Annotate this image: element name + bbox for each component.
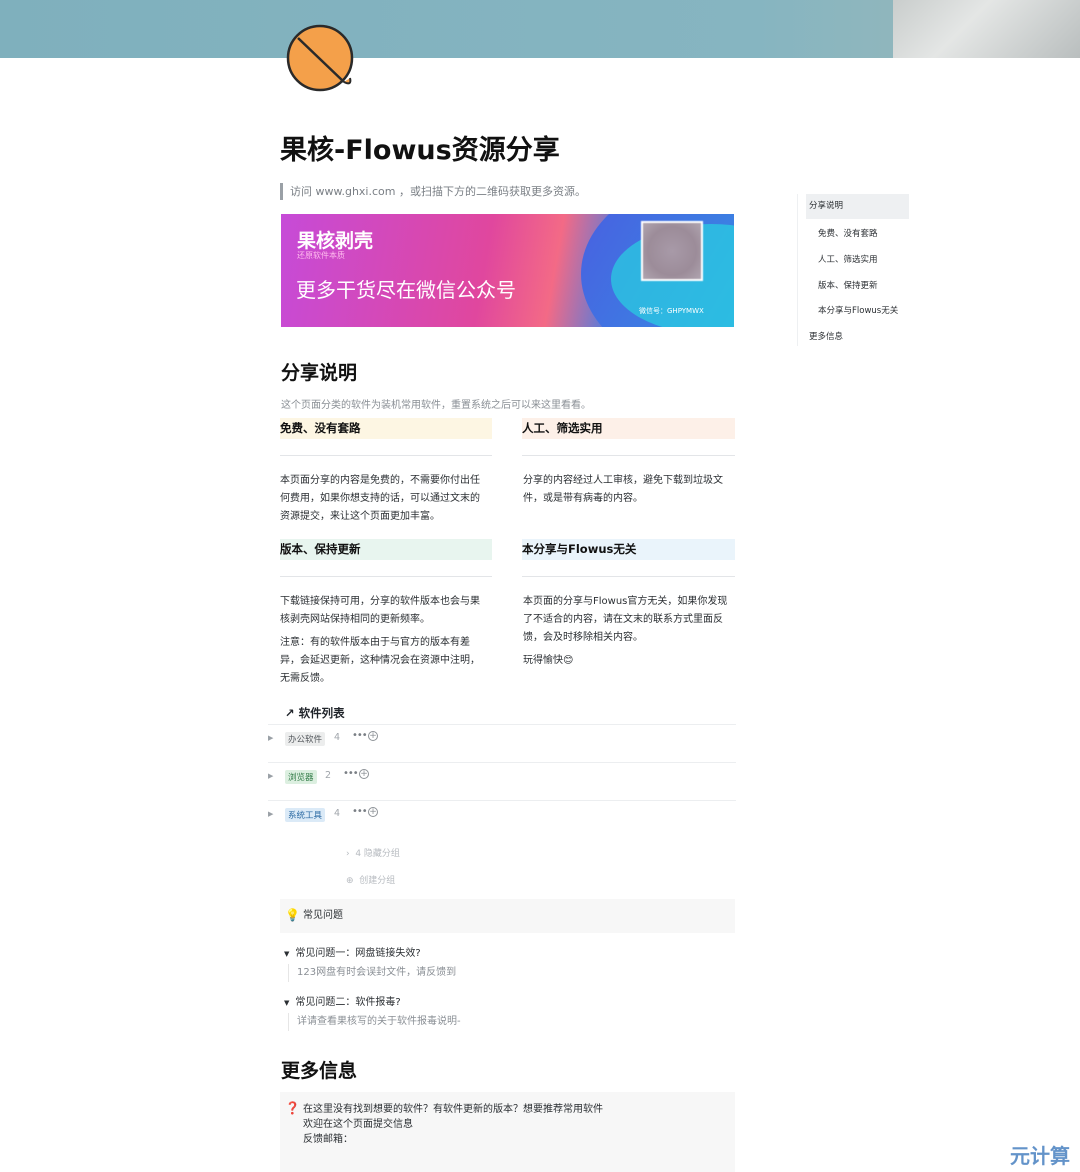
more-options-icon[interactable]: ••• [343,768,359,779]
text-line: 在这里没有找到想要的软件？有软件更新的版本？想要推荐常用软件 [303,1104,603,1115]
text-line: 核剥壳网站保持相同的更新频率。 [280,614,430,625]
text-line: 下载链接保持可用，分享的软件版本也会与果 [280,596,480,607]
card-update-title: 版本、保持更新 [280,539,492,560]
text-line: 馈，会及时移除相关内容。 [523,632,643,643]
text-line: 了不适合的内容，请在文末的联系方式里面反 [523,614,723,625]
text-line: 欢迎在这个页面提交信息 [303,1119,413,1130]
toc-item-share[interactable]: 分享说明 [806,194,909,219]
faq-toggle-2[interactable]: ▼ 常见问题二：软件报毒? [284,993,401,1008]
text-line: 本页面分享的内容是免费的，不需要你付出任 [280,475,480,486]
hidden-groups-label: 4 隐藏分组 [355,849,400,859]
arrow-link-icon: ↗ [285,706,299,720]
text-line: 件，或是带有病毒的内容。 [523,493,643,504]
toc-item-flowus[interactable]: 本分享与Flowus无关 [818,304,898,316]
faq-answer-2: 详请查看果核写的关于软件报毒说明- [288,1013,461,1031]
faq-toggle-1[interactable]: ▼ 常见问题一：网盘链接失效? [284,944,421,959]
group-browser[interactable]: ▶ 浏览器 2 ••• + [268,762,736,800]
card-flowus-text: 本页面的分享与Flowus官方无关，如果你发现 了不适合的内容，请在文末的联系方… [523,593,727,670]
qr-code [641,221,703,281]
faq-callout: 💡 常见问题 [280,899,735,933]
chevron-right-icon: › [346,849,356,859]
toggle-down-icon: ▼ [284,950,290,958]
card-update-text: 下载链接保持可用，分享的软件版本也会与果 核剥壳网站保持相同的更新频率。 注意：… [280,593,480,688]
card-free-title: 免费、没有套路 [280,418,492,439]
card-manual-text: 分享的内容经过人工审核，避免下载到垃圾文 件，或是带有病毒的内容。 [523,472,723,508]
more-info-text: 在这里没有找到想要的软件？有软件更新的版本？想要推荐常用软件 欢迎在这个页面提交… [303,1102,603,1147]
text-line: 玩得愉快😊 [523,655,574,666]
card-divider [280,576,492,577]
create-group-button[interactable]: ⊕ 创建分组 [346,873,395,886]
text-line: 异，会延迟更新，这种情况会在资源中注明， [280,655,480,666]
card-divider [522,455,735,456]
faq-callout-text: 常见问题 [303,910,343,921]
expand-triangle-icon[interactable]: ▶ [268,810,273,818]
software-list-link[interactable]: ↗ 软件列表 [285,705,345,721]
add-icon[interactable]: + [359,769,369,779]
expand-triangle-icon[interactable]: ▶ [268,772,273,780]
toc-item-more[interactable]: 更多信息 [809,330,843,342]
faq-question: 常见问题二：软件报毒? [295,997,401,1008]
text-line: 注意：有的软件版本由于与官方的版本有差 [280,637,470,648]
text-line: 何费用，如果你想支持的话，可以通过文末的 [280,493,480,504]
card-divider [280,455,492,456]
group-tag: 浏览器 [285,770,317,784]
faq-answer-1: 123网盘有时会误封文件，请反馈到 [288,964,456,982]
share-intro: 这个页面分类的软件为装机常用软件，重置系统之后可以来这里看看。 [281,400,591,411]
group-count: 4 [334,732,341,743]
more-options-icon[interactable]: ••• [352,730,368,741]
orange-slice-icon[interactable] [286,24,356,94]
group-count: 2 [325,770,332,781]
group-office[interactable]: ▶ 办公软件 4 ••• + [268,724,736,762]
create-group-label: 创建分组 [359,876,396,886]
group-count: 4 [334,808,341,819]
more-options-icon[interactable]: ••• [352,806,368,817]
wechat-id: 微信号：GHPYMWX [639,307,704,315]
table-of-contents: 分享说明 免费、没有套路 人工、筛选实用 版本、保持更新 本分享与Flowus无… [797,194,911,346]
software-list-title: 软件列表 [298,706,345,720]
card-free-text: 本页面分享的内容是免费的，不需要你付出任 何费用，如果你想支持的话，可以通过文末… [280,472,480,526]
expand-triangle-icon[interactable]: ▶ [268,734,273,742]
more-info-heading: 更多信息 [281,1060,358,1082]
add-icon[interactable]: + [368,731,378,741]
text-line: 资源提交，来让这个页面更加丰富。 [280,511,440,522]
banner-main-text: 更多干货尽在微信公众号 [296,278,516,302]
watermark: 元计算 [1010,1144,1070,1168]
toc-item-free[interactable]: 免费、没有套路 [818,227,878,239]
banner-title: 果核剥壳 [297,230,374,252]
text-line: 分享的内容经过人工审核，避免下载到垃圾文 [523,475,723,486]
toc-item-update[interactable]: 版本、保持更新 [818,279,878,291]
lightbulb-icon: 💡 [285,908,300,922]
cover-texture [893,0,1080,58]
text-line: 无需反馈。 [280,673,330,684]
text-line: 反馈邮箱： [303,1134,353,1145]
hidden-groups-toggle[interactable]: › 4 隐藏分组 [346,846,400,859]
group-system-tools[interactable]: ▶ 系统工具 4 ••• + [268,800,736,838]
more-info-callout: ❓ 在这里没有找到想要的软件？有软件更新的版本？想要推荐常用软件 欢迎在这个页面… [280,1092,735,1172]
faq-question: 常见问题一：网盘链接失效? [295,948,421,959]
group-tag: 办公软件 [285,732,326,746]
text-line: 本页面的分享与Flowus官方无关，如果你发现 [523,596,728,607]
card-flowus-title: 本分享与Flowus无关 [522,539,735,560]
share-heading: 分享说明 [281,362,358,384]
card-manual-title: 人工、筛选实用 [522,418,735,439]
toc-item-manual[interactable]: 人工、筛选实用 [818,253,878,265]
card-divider [522,576,735,577]
toggle-down-icon: ▼ [284,999,290,1007]
page-quote: 访问 www.ghxi.com ，或扫描下方的二维码获取更多资源。 [280,183,586,200]
group-tag: 系统工具 [285,808,326,822]
add-icon[interactable]: + [368,807,378,817]
add-icon: ⊕ [346,876,360,886]
banner-subtitle: 还原软件本质 [297,251,345,260]
question-mark-icon: ❓ [285,1101,300,1115]
wechat-banner: 果核剥壳 还原软件本质 更多干货尽在微信公众号 微信号：GHPYMWX [281,214,734,327]
page-title: 果核-Flowus资源分享 [280,135,560,166]
